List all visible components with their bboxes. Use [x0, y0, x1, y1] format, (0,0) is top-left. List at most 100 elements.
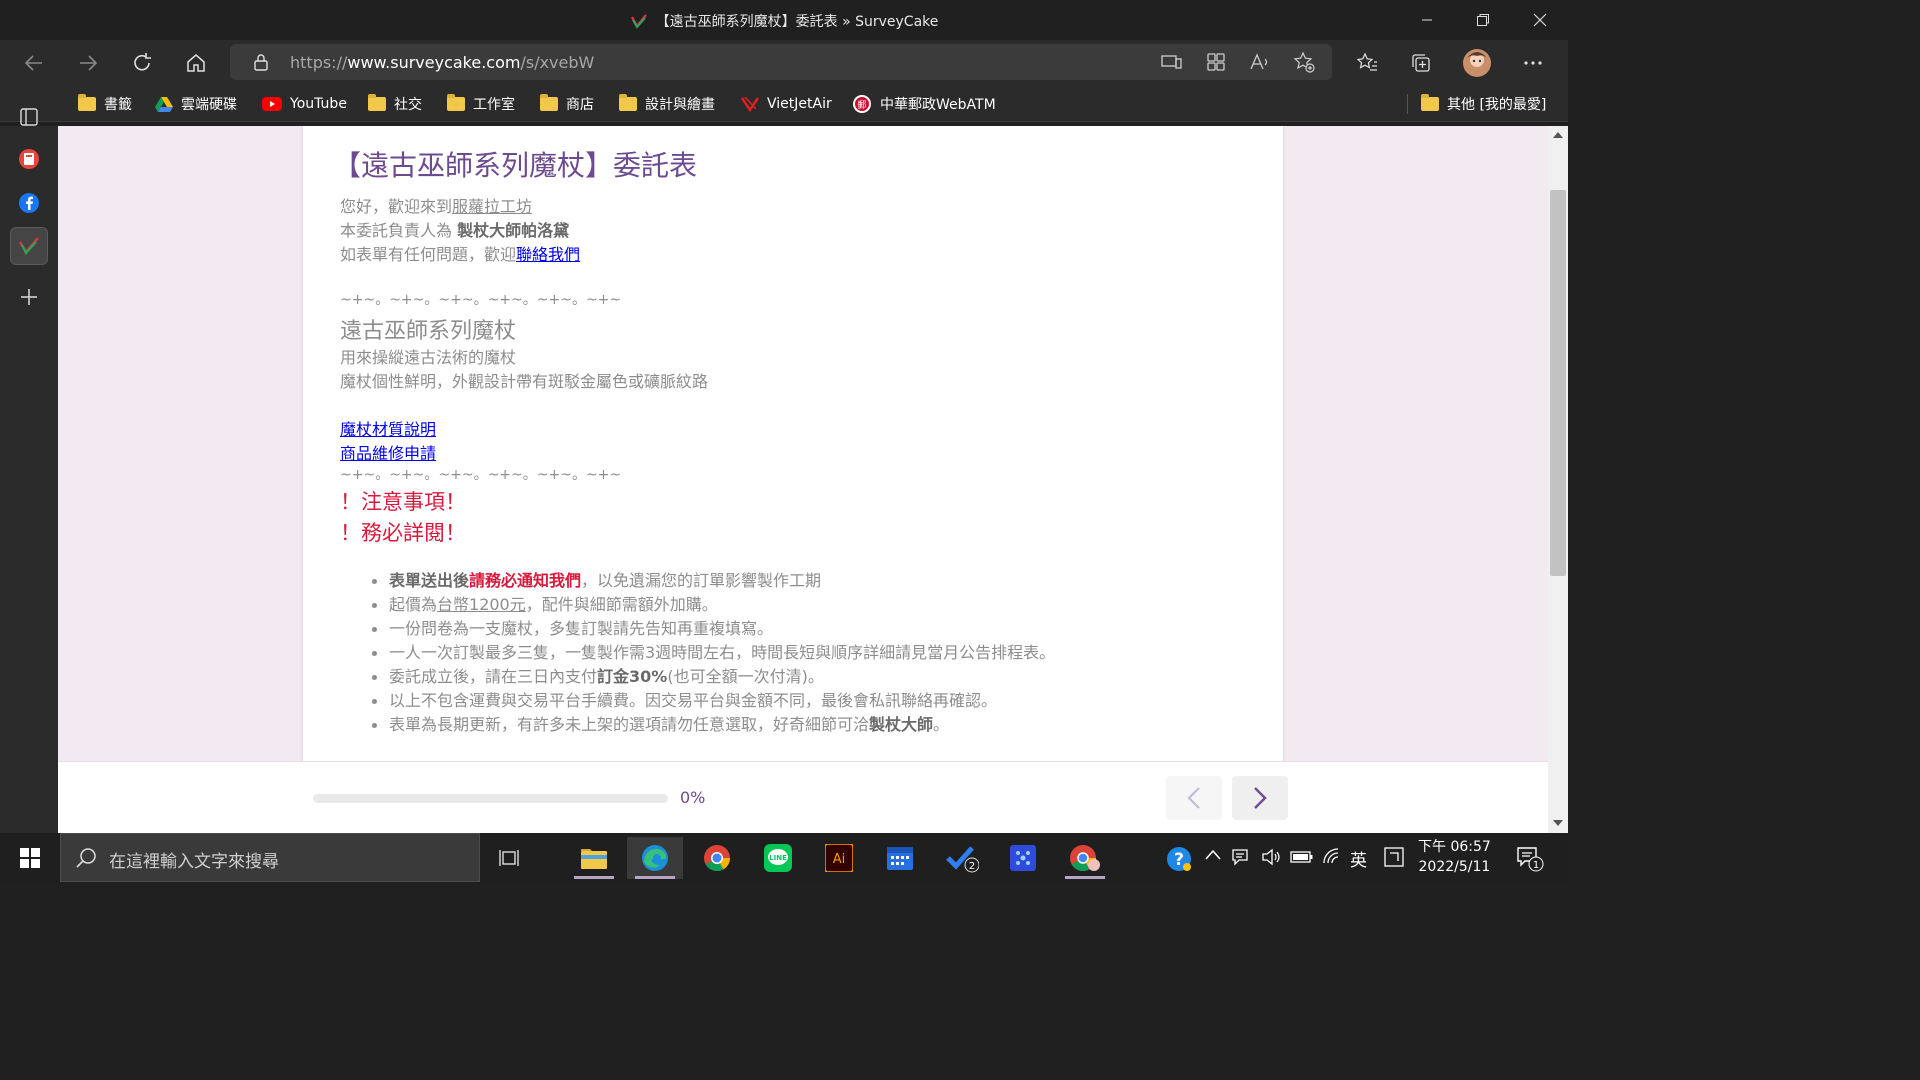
sidebar-tab-office-icon[interactable] [10, 140, 48, 178]
clock-date: 2022/5/11 [1418, 859, 1491, 875]
todo-app-icon[interactable]: 2 [934, 837, 990, 879]
bookmark-post-office-webatm[interactable]: 郵 中華郵政WebATM [852, 92, 996, 116]
bookmark-folder-studio[interactable]: 工作室 [447, 92, 515, 116]
next-page-button[interactable] [1232, 776, 1288, 820]
prev-page-button[interactable] [1166, 776, 1222, 820]
post-office-icon: 郵 [852, 94, 872, 114]
extensions-grid-icon[interactable] [1203, 50, 1229, 74]
scroll-up-arrow-icon[interactable] [1553, 132, 1563, 138]
svg-text:?: ? [1174, 850, 1184, 870]
ime-mode-icon[interactable] [1384, 847, 1404, 867]
bookmark-label: 中華郵政WebATM [880, 97, 996, 113]
folder-icon [619, 94, 637, 111]
meet-now-icon[interactable] [1231, 847, 1253, 867]
bookmark-label: 社交 [394, 97, 422, 113]
edge-taskbar-icon[interactable] [627, 837, 683, 879]
new-tab-icon[interactable] [10, 278, 48, 316]
youtube-icon [262, 97, 282, 111]
help-tray-icon[interactable]: ? [1165, 845, 1193, 873]
survey-card: 【遠古巫師系列魔杖】委託表 您好，歡迎來到服蘿拉工坊 本委託負責人為 製杖大師帕… [303, 126, 1283, 766]
note-item: 表單為長期更新，有許多未上架的選項請勿任意選取，好奇細節可洽製杖大師。 [369, 713, 1055, 737]
repair-link-line: 商品維修申請 [340, 440, 436, 464]
more-menu-icon[interactable] [1515, 46, 1551, 80]
favorites-icon[interactable] [1349, 46, 1385, 80]
show-hidden-icons-icon[interactable] [1205, 849, 1221, 861]
progress-bar [313, 794, 668, 803]
divider-bottom: ~+~。~+~。~+~。~+~。~+~。~+~ [340, 467, 622, 483]
bookmark-label: 工作室 [473, 97, 515, 113]
sidebar-tab-facebook-icon[interactable] [10, 184, 48, 222]
contact-us-link[interactable]: 聯絡我們 [516, 245, 580, 264]
svg-text:2: 2 [969, 861, 975, 872]
line-app-icon[interactable]: LINE [750, 837, 806, 879]
calendar-app-icon[interactable] [872, 837, 928, 879]
windows-taskbar: 在這裡輸入文字來搜尋 LINE Ai 2 ? 英 下午 06:57 2022/5… [0, 833, 1568, 882]
taskbar-search-box[interactable]: 在這裡輸入文字來搜尋 [60, 833, 480, 882]
folder-icon [540, 94, 558, 111]
svg-text:郵: 郵 [857, 99, 866, 111]
tab-actions-icon[interactable] [10, 98, 48, 136]
note-item: 表單送出後請務必通知我們，以免遺漏您的訂單影響製作工期 [369, 569, 1055, 593]
window-title: 【遠古巫師系列魔杖】委託表 » SurveyCake [0, 11, 1568, 31]
minimize-button[interactable] [1399, 0, 1455, 40]
bookmark-youtube[interactable]: YouTube [262, 92, 347, 116]
folder-icon [1421, 94, 1439, 111]
owner-name: 製杖大師帕洛黛 [457, 221, 570, 240]
scroll-down-arrow-icon[interactable] [1553, 820, 1563, 826]
page-scrollbar[interactable] [1548, 126, 1568, 833]
bookmark-label: YouTube [290, 96, 347, 112]
illustrator-icon[interactable]: Ai [811, 837, 867, 879]
folder-icon [368, 94, 386, 111]
notice-heading-1: ！注意事項！ [340, 490, 466, 514]
home-button[interactable] [178, 46, 214, 80]
bookmark-folder-social[interactable]: 社交 [368, 92, 422, 116]
bookmark-folder-design[interactable]: 設計與繪畫 [619, 92, 715, 116]
forward-button[interactable] [70, 46, 106, 80]
file-explorer-icon[interactable] [566, 837, 622, 879]
chrome-profile-icon[interactable] [1057, 837, 1113, 879]
svg-text:LINE: LINE [769, 854, 787, 862]
address-bar[interactable]: https://www.surveycake.com/s/xvebW [230, 44, 1332, 80]
folder-icon [447, 94, 465, 111]
back-button[interactable] [16, 46, 52, 80]
ime-indicator[interactable]: 英 [1350, 846, 1367, 871]
bookmarks-bar: 書籤 雲端硬碟 YouTube 社交 工作室 商店 設計與繪畫 VietJetA… [0, 86, 1568, 122]
app-available-icon[interactable] [1159, 50, 1185, 74]
start-button[interactable] [2, 837, 58, 879]
url-text[interactable]: https://www.surveycake.com/s/xvebW [290, 53, 594, 72]
volume-icon[interactable] [1261, 847, 1283, 867]
bookmark-google-drive[interactable]: 雲端硬碟 [155, 92, 237, 116]
chrome-icon[interactable] [689, 837, 745, 879]
notification-center-icon[interactable]: 1 [1516, 845, 1546, 873]
collections-icon[interactable] [1403, 46, 1439, 80]
refresh-button[interactable] [124, 46, 160, 80]
bookmark-other-favorites[interactable]: 其他 [我的最愛] [1421, 92, 1546, 116]
add-favorite-icon[interactable] [1291, 50, 1317, 74]
material-info-link[interactable]: 魔杖材質說明 [340, 420, 436, 439]
bookmark-folder-books[interactable]: 書籤 [78, 92, 132, 116]
scrollbar-thumb[interactable] [1550, 190, 1566, 576]
task-view-icon[interactable] [482, 837, 538, 879]
read-aloud-icon[interactable] [1247, 50, 1273, 74]
close-button[interactable] [1512, 0, 1568, 40]
battery-icon[interactable] [1290, 850, 1314, 864]
vietjetair-icon [741, 96, 759, 112]
folder-icon [78, 94, 96, 111]
bookmark-label: VietJetAir [767, 96, 832, 112]
network-app-icon[interactable] [995, 837, 1051, 879]
bookmark-label: 設計與繪畫 [645, 97, 715, 113]
material-link-line: 魔杖材質說明 [340, 416, 436, 440]
workshop-link[interactable]: 服蘿拉工坊 [452, 197, 532, 216]
taskbar-clock[interactable]: 下午 06:57 2022/5/11 [1418, 837, 1491, 877]
sidebar-tab-surveycake-icon[interactable] [10, 227, 48, 265]
repair-request-link[interactable]: 商品維修申請 [340, 444, 436, 463]
restore-button[interactable] [1455, 0, 1511, 40]
bookmark-vietjetair[interactable]: VietJetAir [741, 92, 832, 116]
survey-footer: 0% [58, 761, 1548, 833]
bookmark-label: 書籤 [104, 97, 132, 113]
lock-icon[interactable] [248, 50, 274, 74]
profile-avatar[interactable] [1459, 46, 1495, 80]
wifi-icon[interactable] [1321, 847, 1343, 867]
note-item: 一份問卷為一支魔杖，多隻訂製請先告知再重複填寫。 [369, 617, 1055, 641]
bookmark-folder-shop[interactable]: 商店 [540, 92, 594, 116]
